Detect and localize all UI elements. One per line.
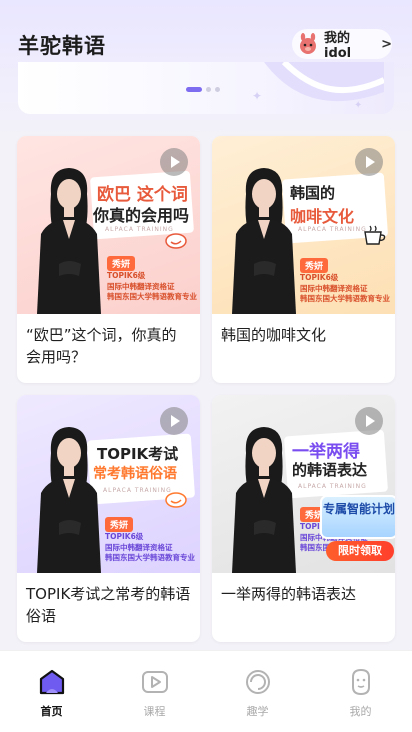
- promo-claim-button[interactable]: 限时领取: [326, 541, 394, 561]
- course-thumbnail: 欧巴 这个词 你真的会用吗 ALPACA TRAINING 秀妍 TOPIK6级…: [17, 136, 200, 314]
- teacher-cred-1: TOPIK6级: [300, 273, 339, 282]
- course-card[interactable]: 一举两得 的韩语表达 ALPACA TRAINING 秀妍 TOPIK6级 国际…: [212, 395, 395, 642]
- teacher-photo: [37, 427, 101, 573]
- tab-home-label: 首页: [40, 705, 63, 718]
- promo-widget[interactable]: 专属智能计划 限时领取: [320, 495, 395, 565]
- profile-alpaca-icon: [352, 668, 370, 696]
- teacher-tag: 秀妍: [300, 258, 329, 273]
- thumb-brand: ALPACA TRAINING: [103, 487, 172, 494]
- chevron-right-icon: >: [381, 36, 392, 52]
- alpaca-avatar-icon: [299, 33, 316, 54]
- thumb-brand: ALPACA TRAINING: [298, 483, 367, 490]
- smile-sticker-icon: [165, 492, 187, 508]
- banner-decoration: ✦ ✦: [252, 62, 384, 111]
- teacher-cred-2: 国际中韩翻译资格证: [107, 282, 175, 291]
- teacher-cred-1: TOPIK6级: [105, 532, 144, 541]
- tab-profile[interactable]: 我的: [309, 651, 412, 732]
- thumb-brand: ALPACA TRAINING: [298, 226, 367, 233]
- course-play-icon: [142, 671, 168, 693]
- teacher-photo: [232, 427, 296, 573]
- thumb-brand: ALPACA TRAINING: [105, 226, 174, 233]
- my-idol-button[interactable]: 我的idol >: [292, 29, 392, 61]
- thumb-line1: TOPIK考试: [97, 445, 179, 463]
- course-card[interactable]: 韩国的 咖啡文化 ALPACA TRAINING 秀妍 TOPIK6级 国际中韩…: [212, 136, 395, 383]
- teacher-tag: 秀妍: [107, 256, 136, 271]
- play-icon[interactable]: [355, 407, 383, 435]
- course-thumbnail: TOPIK考试 常考韩语俗语 ALPACA TRAINING 秀妍 TOPIK6…: [17, 395, 200, 573]
- teacher-cred-3: 韩国东国大学韩语教育专业: [300, 294, 390, 303]
- teacher-cred-3: 韩国东国大学韩语教育专业: [107, 292, 197, 301]
- play-icon[interactable]: [355, 148, 383, 176]
- course-card[interactable]: TOPIK考试 常考韩语俗语 ALPACA TRAINING 秀妍 TOPIK6…: [17, 395, 200, 642]
- teacher-cred-1: TOPIK6级: [107, 271, 146, 280]
- fun-learn-icon: [246, 670, 270, 694]
- smile-sticker-icon: [165, 233, 187, 249]
- carousel-indicator: [186, 87, 220, 92]
- promo-title: 专属智能计划: [320, 495, 395, 539]
- carousel-dot: [215, 87, 220, 92]
- teacher-cred-3: 韩国东国大学韩语教育专业: [105, 553, 195, 562]
- teacher-tag: 秀妍: [105, 517, 134, 532]
- play-icon[interactable]: [160, 407, 188, 435]
- bottom-tab-bar: 首页 课程 趣学 我的: [0, 650, 412, 732]
- course-thumbnail: 一举两得 的韩语表达 ALPACA TRAINING 秀妍 TOPIK6级 国际…: [212, 395, 395, 573]
- course-title: 一举两得的韩语表达: [221, 585, 357, 603]
- tab-home[interactable]: 首页: [0, 651, 103, 732]
- tab-course[interactable]: 课程: [103, 651, 206, 732]
- my-idol-label: 我的idol: [323, 31, 352, 61]
- svg-text:✦: ✦: [252, 89, 262, 103]
- tab-fun-learn-label: 趣学: [246, 705, 269, 718]
- teacher-photo: [37, 168, 101, 314]
- tab-profile-label: 我的: [349, 705, 372, 718]
- carousel-dot-active: [186, 87, 202, 92]
- teacher-cred-2: 国际中韩翻译资格证: [300, 284, 368, 293]
- course-title: TOPIK考试之常考的韩语俗语: [26, 585, 191, 625]
- carousel-dot: [206, 87, 211, 92]
- home-icon: [39, 669, 65, 695]
- play-icon[interactable]: [160, 148, 188, 176]
- coffee-cup-icon: [364, 225, 386, 245]
- tab-course-label: 课程: [143, 705, 166, 718]
- course-title: “欧巴”这个词，你真的会用吗？: [26, 326, 177, 366]
- course-title: 韩国的咖啡文化: [221, 326, 327, 344]
- app-title: 羊驼韩语: [18, 34, 106, 58]
- svg-text:✦: ✦: [354, 100, 362, 111]
- tab-fun-learn[interactable]: 趣学: [206, 651, 309, 732]
- course-thumbnail: 韩国的 咖啡文化 ALPACA TRAINING 秀妍 TOPIK6级 国际中韩…: [212, 136, 395, 314]
- course-card[interactable]: 欧巴 这个词 你真的会用吗 ALPACA TRAINING 秀妍 TOPIK6级…: [17, 136, 200, 383]
- teacher-photo: [232, 168, 296, 314]
- teacher-cred-2: 国际中韩翻译资格证: [105, 543, 173, 552]
